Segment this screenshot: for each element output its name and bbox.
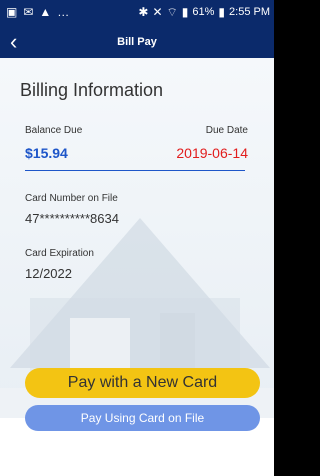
pay-using-card-on-file-button[interactable]: Pay Using Card on File bbox=[25, 405, 260, 431]
card-number-label: Card Number on File bbox=[25, 193, 118, 204]
billing-heading: Billing Information bbox=[20, 80, 164, 100]
bluetooth-icon: ✱ bbox=[138, 5, 149, 19]
clock: 2:55 PM bbox=[229, 6, 270, 18]
wifi-icon: ⌔ bbox=[166, 5, 178, 19]
status-left: ▣ ✉ ▲ … bbox=[6, 6, 69, 18]
mute-icon: ✕ bbox=[152, 5, 163, 19]
pay-with-new-card-button[interactable]: Pay with a New Card bbox=[25, 368, 260, 398]
notification-icon: ▣ bbox=[6, 5, 18, 19]
battery-text: 61% bbox=[192, 6, 215, 18]
due-date-label: Due Date bbox=[205, 125, 248, 136]
card-number-value: 47**********8634 bbox=[25, 211, 119, 226]
app-header: ‹ Bill Pay bbox=[0, 28, 274, 58]
balance-label: Balance Due bbox=[25, 125, 83, 136]
mail-icon: ✉ bbox=[23, 5, 34, 19]
battery-icon: ▮ bbox=[218, 5, 226, 19]
status-right: ✱ ✕ ⌔ ▮ 61% ▮ 2:55 PM bbox=[138, 6, 270, 18]
card-expiration-label: Card Expiration bbox=[25, 248, 94, 259]
due-date-value: 2019-06-14 bbox=[176, 145, 248, 161]
signal-icon: ▮ bbox=[181, 5, 189, 19]
status-bar: ▣ ✉ ▲ … ✱ ✕ ⌔ ▮ 61% ▮ 2:55 PM bbox=[0, 0, 274, 28]
page-title: Bill Pay bbox=[117, 36, 157, 48]
balance-value: $15.94 bbox=[25, 145, 68, 161]
bill-pay-screen: ▣ ✉ ▲ … ✱ ✕ ⌔ ▮ 61% ▮ 2:55 PM ‹ Bill Pay bbox=[0, 0, 274, 476]
divider bbox=[25, 170, 245, 171]
more-icon: … bbox=[57, 5, 70, 19]
card-expiration-value: 12/2022 bbox=[25, 266, 72, 281]
warning-icon: ▲ bbox=[39, 5, 52, 19]
